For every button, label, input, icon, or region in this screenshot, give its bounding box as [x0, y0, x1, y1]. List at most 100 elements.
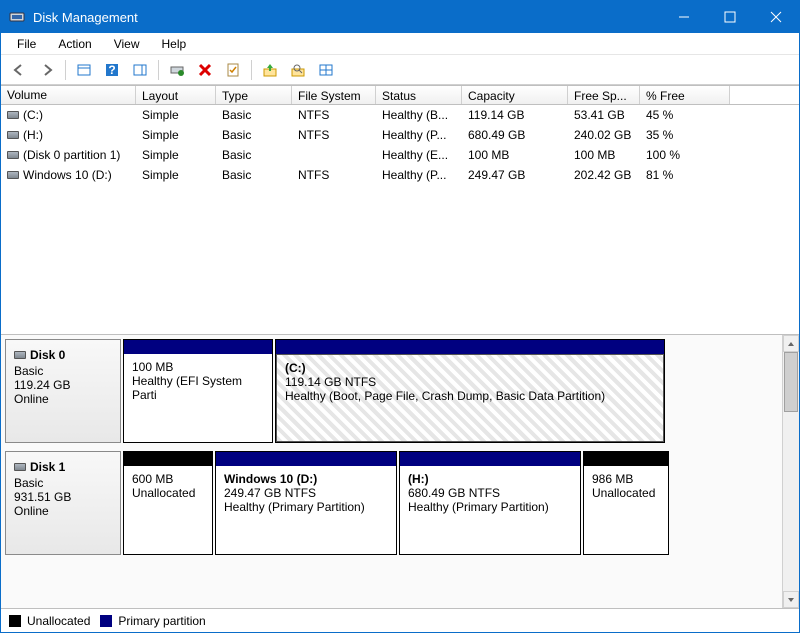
menu-help[interactable]: Help	[152, 35, 197, 53]
partition-body: 100 MBHealthy (EFI System Parti	[124, 354, 272, 442]
show-hide-console-tree-button[interactable]	[72, 58, 96, 82]
volume-pfree-cell: 100 %	[640, 146, 730, 164]
volume-type-cell: Basic	[216, 166, 292, 184]
forward-button[interactable]	[35, 58, 59, 82]
volume-row[interactable]: (C:)SimpleBasicNTFSHealthy (B...119.14 G…	[1, 105, 799, 125]
column-volume[interactable]: Volume	[1, 86, 136, 104]
volume-layout-cell: Simple	[136, 146, 216, 164]
scroll-thumb[interactable]	[784, 352, 798, 412]
partition-size: 680.49 GB NTFS	[408, 486, 572, 500]
disk-type: Basic	[14, 364, 112, 378]
partition-color-bar	[584, 452, 668, 466]
volume-capacity-cell: 119.14 GB	[462, 106, 568, 124]
settings-button[interactable]	[314, 58, 338, 82]
toolbar-separator	[251, 60, 252, 80]
refresh-button[interactable]	[165, 58, 189, 82]
column-file-system[interactable]: File System	[292, 86, 376, 104]
drive-icon	[7, 171, 19, 179]
partition-color-bar	[124, 340, 272, 354]
window-controls	[661, 1, 799, 33]
disk-row: Disk 0Basic119.24 GBOnline100 MBHealthy …	[5, 339, 782, 443]
graphical-view-pane: Disk 0Basic119.24 GBOnline100 MBHealthy …	[1, 335, 799, 608]
volume-fs-cell	[292, 153, 376, 157]
volume-status-cell: Healthy (P...	[376, 126, 462, 144]
partition-primary[interactable]: (H:)680.49 GB NTFSHealthy (Primary Parti…	[399, 451, 581, 555]
svg-text:?: ?	[108, 63, 115, 77]
legend-unallocated: Unallocated	[27, 614, 90, 628]
volume-name-cell: Windows 10 (D:)	[1, 166, 136, 184]
properties-button[interactable]	[221, 58, 245, 82]
disk-type: Basic	[14, 476, 112, 490]
partition-title: (C:)	[285, 361, 655, 375]
disk-name: Disk 1	[30, 460, 65, 474]
volume-capacity-cell: 680.49 GB	[462, 126, 568, 144]
scroll-down-button[interactable]	[783, 591, 799, 608]
partition-primary[interactable]: Windows 10 (D:)249.47 GB NTFSHealthy (Pr…	[215, 451, 397, 555]
menu-view[interactable]: View	[104, 35, 150, 53]
window-title: Disk Management	[33, 10, 661, 25]
scroll-up-button[interactable]	[783, 335, 799, 352]
volume-fs-cell: NTFS	[292, 106, 376, 124]
delete-button[interactable]	[193, 58, 217, 82]
volume-list-pane: Volume Layout Type File System Status Ca…	[1, 85, 799, 335]
partition-status: Healthy (Boot, Page File, Crash Dump, Ba…	[285, 389, 655, 403]
disk-partitions: 600 MBUnallocatedWindows 10 (D:)249.47 G…	[121, 451, 782, 555]
maximize-button[interactable]	[707, 1, 753, 33]
partition-primary[interactable]: 100 MBHealthy (EFI System Parti	[123, 339, 273, 443]
volume-row[interactable]: (Disk 0 partition 1)SimpleBasicHealthy (…	[1, 145, 799, 165]
menu-file[interactable]: File	[7, 35, 46, 53]
partition-body: (H:)680.49 GB NTFSHealthy (Primary Parti…	[400, 466, 580, 554]
partition-title: (H:)	[408, 472, 572, 486]
partition-primary[interactable]: (C:)119.14 GB NTFSHealthy (Boot, Page Fi…	[275, 339, 665, 443]
volume-status-cell: Healthy (E...	[376, 146, 462, 164]
partition-status: Healthy (Primary Partition)	[224, 500, 388, 514]
volume-capacity-cell: 249.47 GB	[462, 166, 568, 184]
column-percent-free[interactable]: % Free	[640, 86, 730, 104]
help-button[interactable]: ?	[100, 58, 124, 82]
partition-color-bar	[124, 452, 212, 466]
drive-icon	[7, 131, 19, 139]
volume-free-cell: 100 MB	[568, 146, 640, 164]
disk-state: Online	[14, 504, 112, 518]
volume-fs-cell: NTFS	[292, 166, 376, 184]
disk-management-window: Disk Management File Action View Help ? …	[0, 0, 800, 633]
search-button[interactable]	[286, 58, 310, 82]
drive-icon	[7, 151, 19, 159]
scroll-track[interactable]	[783, 352, 799, 591]
disk-label[interactable]: Disk 0Basic119.24 GBOnline	[5, 339, 121, 443]
column-capacity[interactable]: Capacity	[462, 86, 568, 104]
disk-row: Disk 1 Basic931.51 GBOnline 600 MBUnalloca…	[5, 451, 782, 555]
disk-size: 931.51 GB	[14, 490, 112, 504]
volume-status-cell: Healthy (P...	[376, 166, 462, 184]
toolbar-separator	[158, 60, 159, 80]
partition-status: Healthy (EFI System Parti	[132, 374, 264, 402]
minimize-button[interactable]	[661, 1, 707, 33]
disk-label[interactable]: Disk 1 Basic931.51 GBOnline	[5, 451, 121, 555]
partition-size: 119.14 GB NTFS	[285, 375, 655, 389]
menu-action[interactable]: Action	[48, 35, 101, 53]
column-status[interactable]: Status	[376, 86, 462, 104]
up-button[interactable]	[258, 58, 282, 82]
drive-icon	[7, 111, 19, 119]
partition-body: (C:)119.14 GB NTFSHealthy (Boot, Page Fi…	[276, 354, 664, 442]
volume-row[interactable]: (H:)SimpleBasicNTFSHealthy (P...680.49 G…	[1, 125, 799, 145]
partition-size: 100 MB	[132, 360, 264, 374]
column-type[interactable]: Type	[216, 86, 292, 104]
partition-unallocated[interactable]: 986 MBUnallocated	[583, 451, 669, 555]
volume-name-cell: (Disk 0 partition 1)	[1, 146, 136, 164]
partition-unallocated[interactable]: 600 MBUnallocated	[123, 451, 213, 555]
primary-swatch	[100, 615, 112, 627]
column-free-space[interactable]: Free Sp...	[568, 86, 640, 104]
back-button[interactable]	[7, 58, 31, 82]
column-layout[interactable]: Layout	[136, 86, 216, 104]
legend-primary: Primary partition	[118, 614, 205, 628]
toolbar-separator	[65, 60, 66, 80]
partition-body: Windows 10 (D:)249.47 GB NTFSHealthy (Pr…	[216, 466, 396, 554]
titlebar[interactable]: Disk Management	[1, 1, 799, 33]
show-hide-action-pane-button[interactable]	[128, 58, 152, 82]
close-button[interactable]	[753, 1, 799, 33]
volume-capacity-cell: 100 MB	[462, 146, 568, 164]
vertical-scrollbar[interactable]	[782, 335, 799, 608]
volume-name-cell: (C:)	[1, 106, 136, 124]
volume-row[interactable]: Windows 10 (D:)SimpleBasicNTFSHealthy (P…	[1, 165, 799, 185]
